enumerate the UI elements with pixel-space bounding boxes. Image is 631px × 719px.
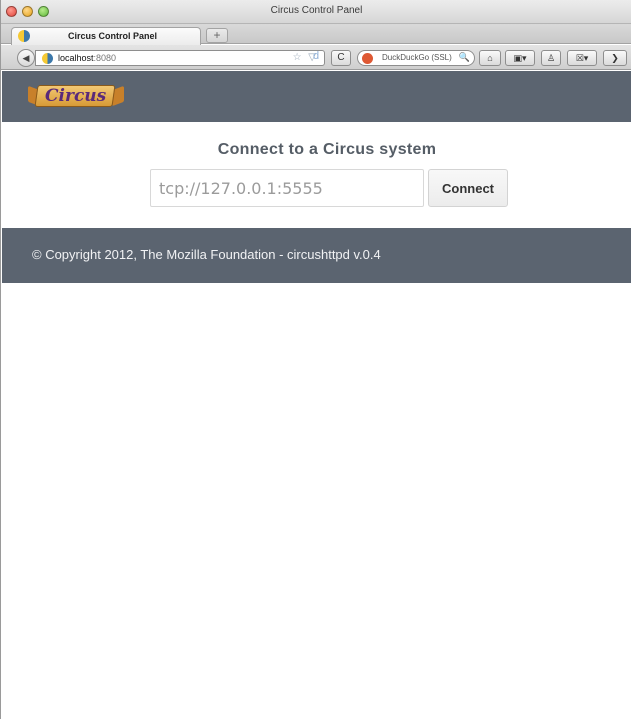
home-button[interactable]: ⌂ <box>479 50 501 66</box>
tab-strip: Circus Control Panel + <box>1 24 631 45</box>
addon-button[interactable]: ♙ <box>541 50 561 66</box>
duckduckgo-icon[interactable] <box>362 53 373 64</box>
url-host: localhost <box>58 53 94 63</box>
page-title: Connect to a Circus system <box>217 141 437 158</box>
navigation-bar: ◀ localhost:8080 ☆ ▽ d C DuckDuckGo (SSL… <box>1 45 631 70</box>
browser-window: Circus Control Panel Circus Control Pane… <box>0 0 631 719</box>
url-port: :8080 <box>93 53 117 63</box>
search-bar[interactable]: DuckDuckGo (SSL) 🔍 <box>357 50 475 66</box>
circus-logo[interactable]: Circus <box>28 81 124 111</box>
site-favicon-icon <box>42 53 53 64</box>
url-text: localhost:8080 <box>58 53 116 63</box>
page-content: Circus Connect to a Circus system Connec… <box>2 71 631 719</box>
logo-text: Circus <box>45 86 107 106</box>
overflow-button[interactable]: ❯ <box>603 50 627 66</box>
addon-menu-button[interactable]: ☒▾ <box>567 50 597 66</box>
reload-button[interactable]: C <box>331 50 351 66</box>
search-placeholder: DuckDuckGo (SSL) <box>382 53 452 62</box>
window-title: Circus Control Panel <box>270 5 363 16</box>
back-button[interactable]: ◀ <box>17 49 35 67</box>
new-tab-button[interactable]: + <box>206 28 228 43</box>
search-icon[interactable]: 🔍 <box>459 52 470 63</box>
footer-copyright: © Copyright 2012, The Mozilla Foundation… <box>32 247 381 262</box>
toolbar-menu-button[interactable]: ▣▾ <box>505 50 535 66</box>
python-favicon-icon <box>18 30 30 42</box>
title-bar: Circus Control Panel <box>1 0 631 24</box>
ddg-addon-icon[interactable]: d <box>313 50 319 62</box>
tab-circus-control-panel[interactable]: Circus Control Panel <box>11 27 201 45</box>
endpoint-input[interactable] <box>150 169 424 207</box>
site-footer: © Copyright 2012, The Mozilla Foundation… <box>2 228 631 283</box>
tab-label: Circus Control Panel <box>68 31 158 41</box>
url-bar[interactable]: localhost:8080 ☆ ▽ <box>35 50 325 66</box>
site-header: Circus <box>2 71 631 122</box>
connect-button[interactable]: Connect <box>428 169 508 207</box>
